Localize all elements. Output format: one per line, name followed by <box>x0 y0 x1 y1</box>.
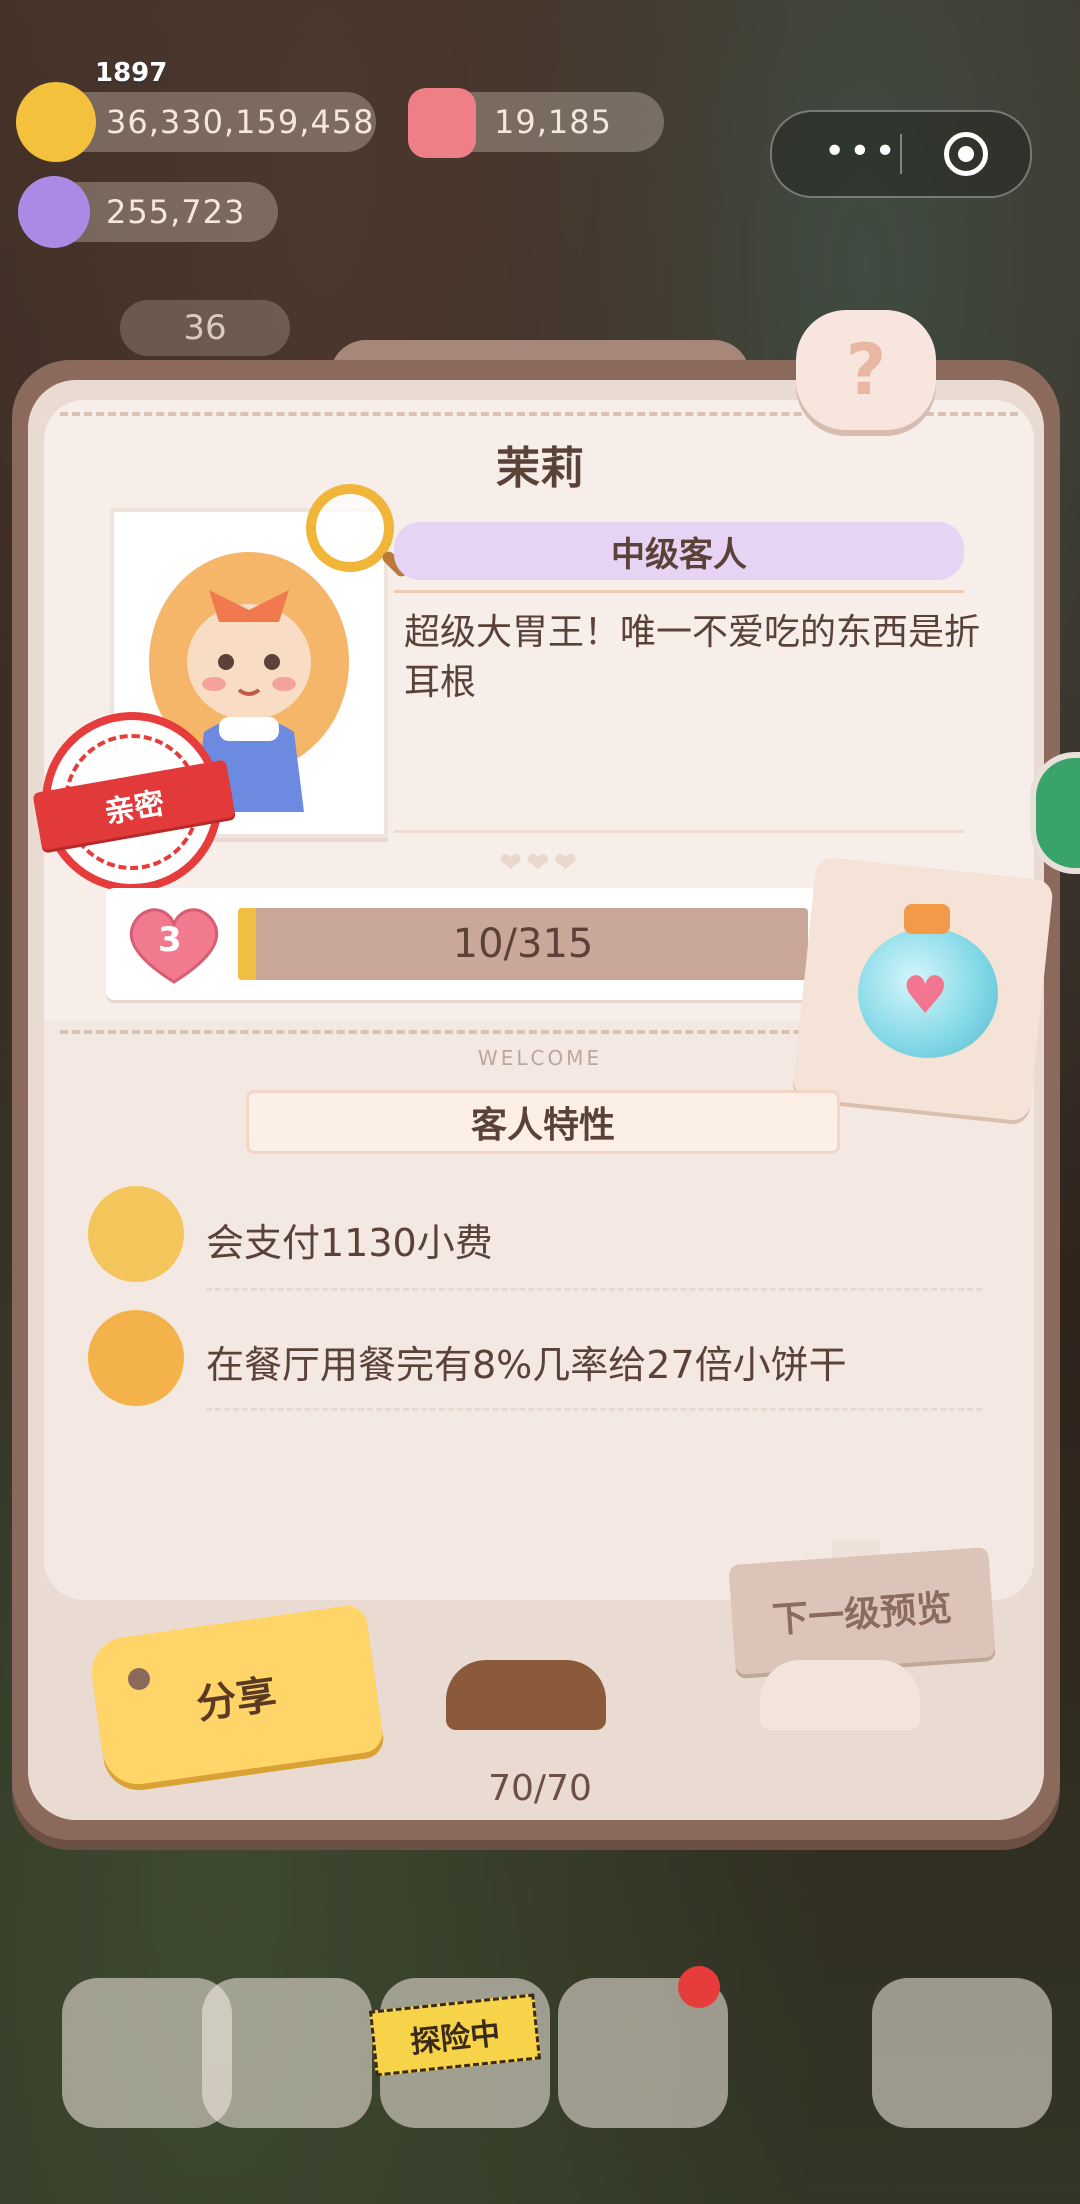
player-level: 1897 <box>95 58 168 88</box>
character-name: 茉莉 <box>496 443 584 494</box>
next-level-preview-label: 下一级预览 <box>771 1587 954 1642</box>
page-preview-character <box>446 1660 606 1730</box>
notification-dot <box>678 1966 720 2008</box>
nav-notebook-button[interactable] <box>202 1978 372 2128</box>
page-count: 70/70 <box>488 1768 592 1809</box>
next-level-preview-button[interactable]: 下一级预览 <box>728 1547 996 1675</box>
cookie-coins-value: 36,330,159,458 <box>106 103 375 141</box>
help-button[interactable]: ? <box>796 310 936 430</box>
share-tag-hole <box>128 1668 150 1690</box>
gem-icon <box>408 88 476 158</box>
cookie-icon <box>88 1186 184 1282</box>
cookie-coin-icon <box>16 82 96 162</box>
page-preview-character <box>760 1660 920 1730</box>
help-icon: ? <box>845 329 887 411</box>
affection-progress-label: 10/315 <box>452 921 594 967</box>
sub-count-value: 36 <box>183 308 227 348</box>
trait-divider <box>206 1408 982 1411</box>
character-description: 超级大胃王！唯一不爱吃的东西是折耳根 <box>404 612 981 703</box>
share-label: 分享 <box>193 1671 280 1729</box>
cookie-man-icon <box>88 1310 184 1406</box>
trait-1-text: 会支付1130小费 <box>206 1221 493 1265</box>
rank-underline <box>394 590 964 593</box>
candy-value: 255,723 <box>106 193 246 231</box>
mini-program-capsule: ••• <box>770 110 1032 198</box>
gems-value: 19,185 <box>494 103 612 141</box>
welcome-label: WELCOME <box>477 1046 603 1070</box>
trait-divider <box>206 1288 982 1291</box>
sub-count-pill: 36 <box>120 300 290 356</box>
close-mini-program-icon[interactable] <box>944 132 988 176</box>
traits-title: 客人特性 <box>470 1105 615 1146</box>
rank-banner: 中级客人 <box>394 522 964 580</box>
more-icon[interactable]: ••• <box>824 134 900 170</box>
magnifier-icon[interactable] <box>306 484 394 572</box>
affection-level: 3 <box>158 920 182 960</box>
potion-cap <box>904 904 950 934</box>
traits-banner: 客人特性 <box>246 1090 840 1154</box>
candy-icon <box>18 176 90 248</box>
nav-fish-button[interactable] <box>872 1978 1052 2128</box>
trait-2-text: 在餐厅用餐完有8%几率给27倍小饼干 <box>206 1343 847 1387</box>
description-underline <box>394 830 964 833</box>
capsule-divider <box>900 134 902 174</box>
potion-heart-icon: ♥ <box>902 966 949 1026</box>
rank-label: 中级客人 <box>611 534 747 575</box>
